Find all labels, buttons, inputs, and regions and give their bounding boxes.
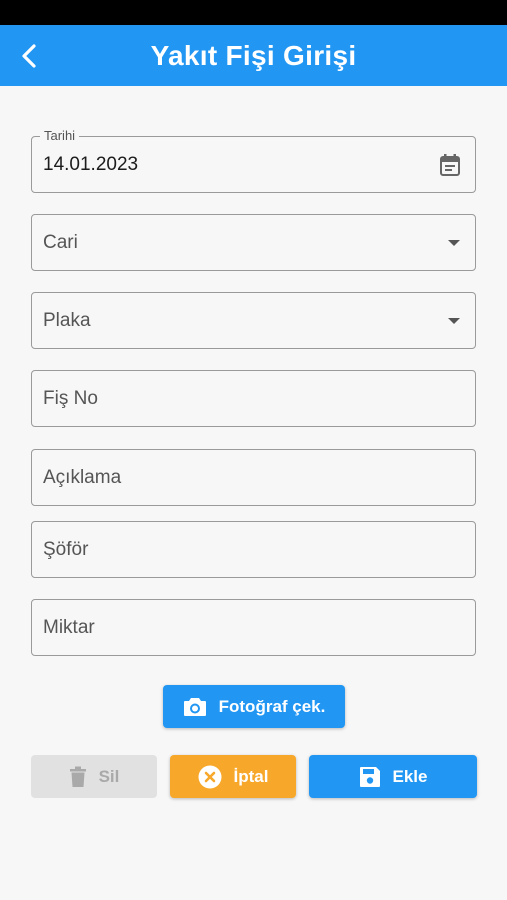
add-label: Ekle — [392, 766, 428, 786]
cari-dropdown[interactable]: Cari — [31, 214, 476, 271]
cancel-label: İptal — [233, 766, 269, 786]
trash-icon — [69, 766, 86, 787]
dropdown-arrow-icon — [448, 317, 460, 324]
delete-label: Sil — [98, 766, 120, 786]
sofor-input[interactable]: Şöför — [31, 521, 476, 578]
date-value: 14.01.2023 — [43, 153, 139, 175]
plaka-placeholder: Plaka — [43, 309, 91, 331]
page-title: Yakıt Fişi Girişi — [150, 39, 357, 71]
camera-icon — [183, 697, 206, 716]
plaka-dropdown[interactable]: Plaka — [31, 292, 476, 349]
fis-no-placeholder: Fiş No — [43, 387, 98, 409]
save-icon — [359, 766, 380, 787]
cancel-button[interactable]: İptal — [170, 755, 296, 798]
status-bar — [0, 0, 507, 25]
calendar-icon — [440, 153, 460, 176]
calendar-button[interactable] — [439, 137, 461, 192]
app-bar: Yakıt Fişi Girişi — [0, 25, 507, 86]
miktar-input[interactable]: Miktar — [31, 599, 476, 656]
date-field[interactable]: Tarihi 14.01.2023 — [31, 128, 476, 193]
miktar-placeholder: Miktar — [43, 616, 95, 638]
cari-placeholder: Cari — [43, 231, 78, 253]
aciklama-placeholder: Açıklama — [43, 466, 122, 488]
sofor-placeholder: Şöför — [43, 538, 89, 560]
back-button[interactable] — [14, 25, 44, 86]
arrow-back-icon — [22, 43, 36, 68]
take-photo-button[interactable]: Fotoğraf çek. — [163, 685, 345, 728]
add-button[interactable]: Ekle — [309, 755, 477, 798]
cancel-circle-icon — [198, 765, 222, 788]
delete-button[interactable]: Sil — [31, 755, 157, 798]
fis-no-input[interactable]: Fiş No — [31, 370, 476, 427]
take-photo-label: Fotoğraf çek. — [218, 696, 326, 716]
dropdown-arrow-icon — [448, 239, 460, 246]
aciklama-input[interactable]: Açıklama — [31, 449, 476, 506]
